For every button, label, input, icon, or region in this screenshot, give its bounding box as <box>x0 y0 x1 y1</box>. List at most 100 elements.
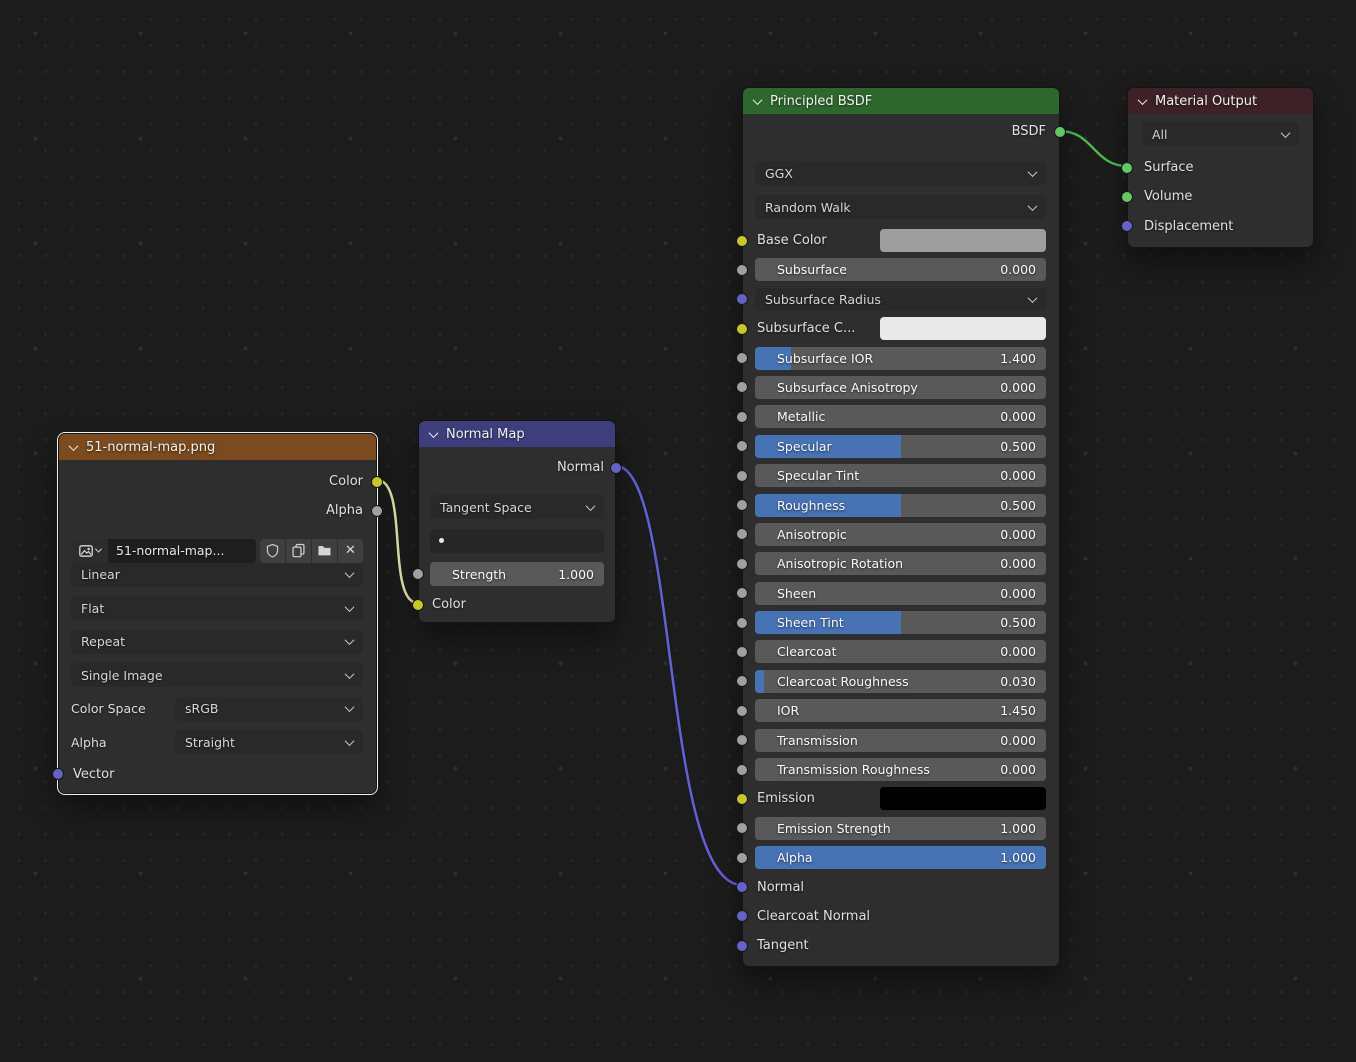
subsurface-c-input-socket[interactable] <box>736 323 748 335</box>
strength-input-socket[interactable] <box>412 568 424 580</box>
subsurface-ior-slider[interactable]: Subsurface IOR1.400 <box>755 347 1046 370</box>
vector-input-socket[interactable] <box>52 768 64 780</box>
subsurface-radius-dropdown[interactable]: Subsurface Radius <box>755 288 1046 311</box>
normal-input-socket[interactable] <box>736 881 748 893</box>
base-color-color-swatch[interactable] <box>880 229 1046 252</box>
sheen-tint-slider[interactable]: Sheen Tint0.500 <box>755 611 1046 634</box>
alpha-input-socket[interactable] <box>736 852 748 864</box>
subsurface-method-dropdown[interactable]: Random Walk <box>755 195 1046 219</box>
space-dropdown[interactable]: Tangent Space <box>430 495 604 519</box>
material-output-node-header[interactable]: Material Output <box>1128 88 1313 114</box>
roughness-slider[interactable]: Roughness0.500 <box>755 494 1046 517</box>
anisotropic-input-socket[interactable] <box>736 528 748 540</box>
anisotropic-rotation-slider[interactable]: Anisotropic Rotation0.000 <box>755 552 1046 575</box>
bsdf-output-socket[interactable] <box>1054 126 1066 138</box>
clearcoat-normal-row: Clearcoat Normal <box>755 905 1046 928</box>
specular-tint-input-socket[interactable] <box>736 470 748 482</box>
metallic-row: Metallic0.000 <box>755 405 1046 428</box>
transmission-roughness-input-socket[interactable] <box>736 764 748 776</box>
wire-image-color-to-normalmap-color[interactable] <box>377 480 418 603</box>
node-editor-canvas[interactable]: 51-normal-map.png Color Alpha <box>0 0 1356 1062</box>
ior-slider[interactable]: IOR1.450 <box>755 699 1046 722</box>
clearcoat-input-socket[interactable] <box>736 646 748 658</box>
sheen-input-socket[interactable] <box>736 587 748 599</box>
strength-slider[interactable]: Strength 1.000 <box>430 562 604 586</box>
collapse-chevron-icon[interactable] <box>1138 95 1148 105</box>
projection-dropdown[interactable]: Flat <box>71 596 363 620</box>
material-output-node[interactable]: Material Output All SurfaceVolumeDisplac… <box>1127 87 1314 248</box>
displacement-input-socket[interactable] <box>1121 220 1133 232</box>
anisotropic-rotation-input-socket[interactable] <box>736 558 748 570</box>
subsurface-ior-input-socket[interactable] <box>736 352 748 364</box>
emission-input-socket[interactable] <box>736 793 748 805</box>
extension-dropdown[interactable]: Repeat <box>71 630 363 654</box>
clearcoat-row: Clearcoat0.000 <box>755 640 1046 663</box>
clearcoat-roughness-input-socket[interactable] <box>736 675 748 687</box>
color-space-dropdown[interactable]: sRGB <box>175 697 363 721</box>
open-image-button[interactable] <box>312 539 337 563</box>
principled-bsdf-node[interactable]: Principled BSDF BSDF GGX Random Walk Bas… <box>742 87 1060 967</box>
ior-input-socket[interactable] <box>736 705 748 717</box>
specular-slider[interactable]: Specular0.500 <box>755 435 1046 458</box>
sheen-slider[interactable]: Sheen0.000 <box>755 582 1046 605</box>
alpha-mode-dropdown[interactable]: Straight <box>175 730 363 754</box>
source-row: Single Image <box>71 663 363 687</box>
subsurface-c-color-swatch[interactable] <box>880 317 1046 340</box>
specular-value: 0.500 <box>1000 439 1036 454</box>
clearcoat-value: 0.000 <box>1000 644 1036 659</box>
clearcoat-roughness-slider[interactable]: Clearcoat Roughness0.030 <box>755 670 1046 693</box>
surface-input-socket[interactable] <box>1121 162 1133 174</box>
fake-user-button[interactable] <box>260 539 285 563</box>
principled-bsdf-node-header[interactable]: Principled BSDF <box>743 88 1059 114</box>
alpha-slider[interactable]: Alpha1.000 <box>755 846 1046 869</box>
distribution-dropdown[interactable]: GGX <box>755 161 1046 185</box>
specular-input-socket[interactable] <box>736 440 748 452</box>
image-texture-node[interactable]: 51-normal-map.png Color Alpha <box>58 433 377 794</box>
target-dropdown[interactable]: All <box>1142 122 1299 146</box>
subsurface-anisotropy-slider[interactable]: Subsurface Anisotropy0.000 <box>755 376 1046 399</box>
normal-map-node[interactable]: Normal Map Normal Tangent Space <box>418 420 616 623</box>
wire-normalmap-normal-to-principled-normal[interactable] <box>616 466 742 885</box>
roughness-input-socket[interactable] <box>736 499 748 511</box>
transmission-label: Transmission <box>777 733 858 748</box>
emission-strength-slider[interactable]: Emission Strength1.000 <box>755 817 1046 840</box>
transmission-input-socket[interactable] <box>736 734 748 746</box>
specular-tint-slider[interactable]: Specular Tint0.000 <box>755 464 1046 487</box>
anisotropic-slider[interactable]: Anisotropic0.000 <box>755 523 1046 546</box>
wire-principled-bsdf-to-output-surface[interactable] <box>1060 131 1127 166</box>
base-color-input-socket[interactable] <box>736 235 748 247</box>
subsurface-input-socket[interactable] <box>736 264 748 276</box>
subsurface-slider[interactable]: Subsurface0.000 <box>755 258 1046 281</box>
volume-input-socket[interactable] <box>1121 191 1133 203</box>
source-dropdown[interactable]: Single Image <box>71 663 363 687</box>
transmission-roughness-slider[interactable]: Transmission Roughness0.000 <box>755 758 1046 781</box>
clearcoat-normal-input-socket[interactable] <box>736 910 748 922</box>
metallic-slider[interactable]: Metallic0.000 <box>755 405 1046 428</box>
image-texture-node-header[interactable]: 51-normal-map.png <box>59 434 376 460</box>
browse-image-button[interactable] <box>71 539 107 563</box>
duplicate-image-button[interactable] <box>286 539 311 563</box>
subsurface-anisotropy-input-socket[interactable] <box>736 381 748 393</box>
color-output-socket[interactable] <box>371 476 383 488</box>
normal-map-node-header[interactable]: Normal Map <box>419 421 615 447</box>
normal-output-socket[interactable] <box>610 462 622 474</box>
alpha-output-socket[interactable] <box>371 505 383 517</box>
unlink-image-button[interactable]: ✕ <box>338 539 363 563</box>
uv-map-field[interactable] <box>430 529 604 553</box>
emission-strength-input-socket[interactable] <box>736 822 748 834</box>
emission-color-swatch[interactable] <box>880 787 1046 810</box>
collapse-chevron-icon[interactable] <box>429 428 439 438</box>
collapse-chevron-icon[interactable] <box>753 95 763 105</box>
tangent-input-socket[interactable] <box>736 940 748 952</box>
clearcoat-slider[interactable]: Clearcoat0.000 <box>755 640 1046 663</box>
interpolation-dropdown[interactable]: Linear <box>71 563 363 587</box>
alpha-label: Alpha <box>777 850 813 865</box>
target-row: All <box>1142 122 1299 146</box>
sheen-tint-input-socket[interactable] <box>736 617 748 629</box>
metallic-input-socket[interactable] <box>736 411 748 423</box>
subsurface-radius-input-socket[interactable] <box>736 293 748 305</box>
image-name-field[interactable]: 51-normal-map... <box>108 539 256 563</box>
collapse-chevron-icon[interactable] <box>69 441 79 451</box>
transmission-slider[interactable]: Transmission0.000 <box>755 729 1046 752</box>
color-input-socket[interactable] <box>412 599 424 611</box>
